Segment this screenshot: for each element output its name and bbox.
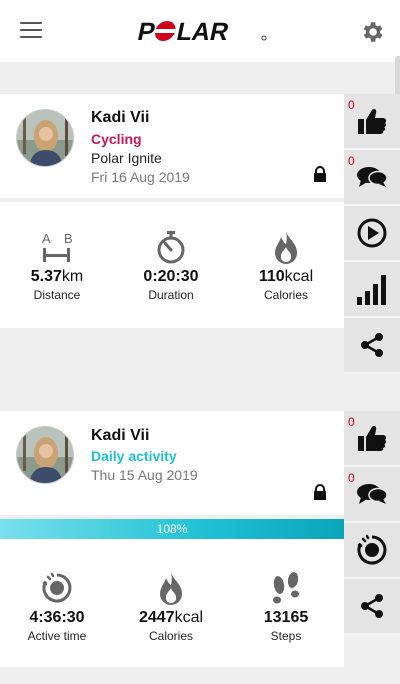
stat-duration: 0:20:30 Duration bbox=[114, 228, 228, 302]
share-icon bbox=[361, 333, 383, 357]
svg-text:LAR: LAR bbox=[174, 18, 231, 44]
comment-bubbles-icon bbox=[357, 167, 388, 187]
activity-summary[interactable]: A B 5.37km Distance 0:20:30 Duration 110… bbox=[0, 202, 344, 328]
flame-icon bbox=[160, 572, 182, 605]
share-button[interactable] bbox=[344, 579, 400, 635]
stat-label: Distance bbox=[33, 288, 81, 302]
activity-card-header[interactable]: Kadi Vii Cycling Polar Ignite Fri 16 Aug… bbox=[0, 94, 344, 198]
stat-value: 4:36:30 bbox=[29, 609, 85, 626]
stat-distance: A B 5.37km Distance bbox=[0, 228, 114, 302]
stat-value: 5.37 bbox=[30, 268, 62, 285]
user-name[interactable]: Kadi Vii bbox=[91, 109, 149, 127]
stat-unit: kcal bbox=[174, 609, 204, 626]
progress-percent: 108% bbox=[156, 522, 188, 536]
comment-button[interactable]: 0 bbox=[344, 467, 400, 523]
share-icon bbox=[361, 594, 383, 618]
play-circle-icon bbox=[357, 218, 387, 248]
comment-count: 0 bbox=[348, 154, 355, 168]
analysis-button[interactable] bbox=[344, 262, 400, 318]
device-name: Polar Ignite bbox=[91, 150, 162, 166]
like-count: 0 bbox=[348, 415, 355, 429]
avatar[interactable] bbox=[16, 426, 74, 484]
stat-calories: 110kcal Calories bbox=[229, 228, 343, 302]
top-app-bar: P LAR bbox=[0, 0, 400, 62]
stat-calories: 2447kcal Calories bbox=[114, 569, 228, 643]
svg-text:P: P bbox=[135, 18, 158, 44]
thumbs-up-icon bbox=[358, 426, 387, 451]
stopwatch-icon bbox=[157, 231, 185, 264]
activity-type: Daily activity bbox=[91, 448, 177, 464]
avatar[interactable] bbox=[16, 109, 74, 167]
svg-text:B: B bbox=[64, 231, 73, 246]
like-button[interactable]: 0 bbox=[344, 411, 400, 467]
lock-icon bbox=[314, 166, 326, 182]
stat-label: Duration bbox=[148, 288, 194, 302]
activity-summary[interactable]: 4:36:30 Active time 2447kcal Calories 13… bbox=[0, 539, 344, 667]
activity-date: Fri 16 Aug 2019 bbox=[91, 169, 190, 185]
comment-button[interactable]: 0 bbox=[344, 150, 400, 206]
share-button[interactable] bbox=[344, 318, 400, 374]
card-actions: 0 0 bbox=[344, 411, 400, 635]
ab-distance-icon: A B bbox=[42, 231, 73, 262]
active-time-icon bbox=[42, 572, 72, 603]
stat-unit: kcal bbox=[284, 268, 314, 285]
stat-value: 13165 bbox=[263, 609, 309, 626]
stat-value: 110 bbox=[258, 268, 285, 285]
stat-value: 2447 bbox=[138, 609, 175, 626]
hamburger-menu-icon[interactable] bbox=[20, 22, 42, 39]
stat-unit: km bbox=[61, 268, 84, 285]
footsteps-icon bbox=[273, 572, 299, 604]
stat-label: Calories bbox=[148, 629, 193, 643]
svg-text:A: A bbox=[42, 231, 51, 246]
like-button[interactable]: 0 bbox=[344, 94, 400, 150]
comment-bubbles-icon bbox=[357, 484, 388, 504]
active-time-icon bbox=[357, 534, 387, 565]
play-route-button[interactable] bbox=[344, 206, 400, 262]
lock-icon bbox=[314, 484, 326, 500]
activity-details-button[interactable] bbox=[344, 523, 400, 579]
activity-card-header[interactable]: Kadi Vii Daily activity Thu 15 Aug 2019 bbox=[0, 411, 344, 515]
stat-label: Calories bbox=[263, 288, 308, 302]
thumbs-up-icon bbox=[358, 109, 387, 134]
stat-label: Active time bbox=[27, 629, 87, 643]
like-count: 0 bbox=[348, 98, 355, 112]
card-actions: 0 0 bbox=[344, 94, 400, 374]
flame-icon bbox=[275, 231, 297, 264]
bar-chart-icon bbox=[357, 275, 386, 305]
settings-gear-icon[interactable] bbox=[359, 19, 385, 45]
polar-logo: P LAR bbox=[135, 18, 267, 44]
user-name[interactable]: Kadi Vii bbox=[91, 427, 149, 445]
comment-count: 0 bbox=[348, 471, 355, 485]
activity-date: Thu 15 Aug 2019 bbox=[91, 467, 198, 483]
stat-active-time: 4:36:30 Active time bbox=[0, 569, 114, 643]
stat-label: Steps bbox=[270, 629, 302, 643]
activity-type: Cycling bbox=[91, 131, 142, 147]
stat-value: 0:20:30 bbox=[143, 268, 199, 285]
stat-steps: 13165 Steps bbox=[229, 569, 343, 643]
daily-goal-progress-bar: 108% bbox=[0, 519, 344, 539]
